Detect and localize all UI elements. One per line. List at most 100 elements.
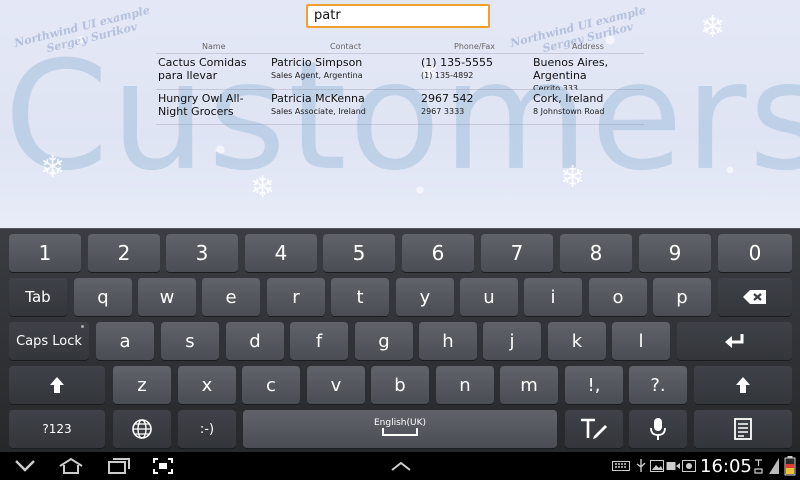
recent-apps-button[interactable] xyxy=(104,454,134,478)
shift-left-key[interactable] xyxy=(9,366,105,404)
key-z[interactable]: z xyxy=(113,366,171,404)
column-header-phone: Phone/Fax xyxy=(454,42,495,51)
shift-icon xyxy=(50,377,64,393)
header-divider xyxy=(156,53,644,54)
caps-indicator xyxy=(81,325,84,328)
show-keyboard-button[interactable] xyxy=(386,454,416,478)
phone: 2967 542 xyxy=(421,92,474,105)
backspace-key[interactable] xyxy=(718,278,792,316)
key-s[interactable]: s xyxy=(161,322,219,360)
chevron-up-icon xyxy=(391,461,411,471)
key-j[interactable]: j xyxy=(483,322,541,360)
gallery-icon xyxy=(650,460,664,472)
key-7[interactable]: 7 xyxy=(481,234,553,272)
fax: (1) 135-4892 xyxy=(421,71,474,80)
key-m[interactable]: m xyxy=(500,366,558,404)
video-icon xyxy=(666,462,680,470)
fax: 2967 3333 xyxy=(421,107,465,116)
tab-key[interactable]: Tab xyxy=(9,278,67,316)
enter-icon xyxy=(724,334,743,348)
key-q[interactable]: q xyxy=(74,278,132,316)
address-city: Cork, Ireland xyxy=(533,92,604,105)
back-icon xyxy=(15,460,35,472)
row-divider xyxy=(156,89,644,90)
key-n[interactable]: n xyxy=(436,366,494,404)
caps-lock-key[interactable]: Caps Lock xyxy=(9,322,89,360)
key-x[interactable]: x xyxy=(178,366,236,404)
back-button[interactable] xyxy=(10,454,40,478)
phone: (1) 135-5555 xyxy=(421,56,494,69)
key-f[interactable]: f xyxy=(290,322,348,360)
search-input[interactable]: patr xyxy=(306,4,490,28)
key-0[interactable]: 0 xyxy=(718,234,792,272)
clipboard-key[interactable] xyxy=(694,410,792,448)
screenshot-button[interactable] xyxy=(148,454,178,478)
key-e[interactable]: e xyxy=(202,278,260,316)
battery-icon xyxy=(784,456,796,476)
snowflake-icon: ❄ xyxy=(700,10,726,45)
contact-title: Sales Associate, Ireland xyxy=(271,107,366,116)
customer-name: Cactus Comidas para llevar xyxy=(158,56,247,82)
key-o[interactable]: o xyxy=(589,278,647,316)
key-c[interactable]: c xyxy=(242,366,300,404)
symbols-key[interactable]: ?123 xyxy=(9,410,105,448)
key-i[interactable]: i xyxy=(524,278,582,316)
key-d[interactable]: d xyxy=(226,322,284,360)
key-w[interactable]: w xyxy=(138,278,196,316)
space-key[interactable]: English(UK) xyxy=(243,410,557,448)
shift-icon xyxy=(736,377,750,393)
shift-right-key[interactable] xyxy=(694,366,792,404)
space-language-label: English(UK) xyxy=(373,418,426,428)
enter-key[interactable] xyxy=(677,322,792,360)
microphone-icon xyxy=(650,418,666,440)
soft-keyboard: 1 2 3 4 5 6 7 8 9 0 Tab q w e r t y u i … xyxy=(0,228,800,453)
key-b[interactable]: b xyxy=(371,366,429,404)
key-h[interactable]: h xyxy=(419,322,477,360)
key-8[interactable]: 8 xyxy=(560,234,632,272)
key-2[interactable]: 2 xyxy=(88,234,160,272)
row-divider xyxy=(156,124,644,125)
column-header-contact: Contact xyxy=(330,42,362,51)
key-y[interactable]: y xyxy=(396,278,454,316)
language-key[interactable] xyxy=(113,410,171,448)
backspace-icon xyxy=(743,290,766,304)
key-1[interactable]: 1 xyxy=(9,234,81,272)
key-p[interactable]: p xyxy=(653,278,711,316)
clipboard-icon xyxy=(734,418,752,440)
key-period[interactable]: ?. xyxy=(629,366,687,404)
key-3[interactable]: 3 xyxy=(166,234,238,272)
usb-icon xyxy=(636,459,646,472)
contact-name: Patricio Simpson xyxy=(271,56,363,69)
key-a[interactable]: a xyxy=(96,322,154,360)
system-bar: 16:05 xyxy=(0,452,800,480)
key-g[interactable]: g xyxy=(355,322,413,360)
keyboard-icon xyxy=(612,461,630,471)
key-u[interactable]: u xyxy=(460,278,518,316)
snowflake-icon: ❄ xyxy=(560,160,586,195)
key-k[interactable]: k xyxy=(548,322,606,360)
voice-input-key[interactable] xyxy=(629,410,687,448)
caps-lock-label: Caps Lock xyxy=(16,333,82,349)
key-5[interactable]: 5 xyxy=(323,234,395,272)
key-l[interactable]: l xyxy=(612,322,670,360)
key-4[interactable]: 4 xyxy=(245,234,317,272)
address-street: 8 Johnstown Road xyxy=(533,107,605,116)
column-header-name: Name xyxy=(202,42,226,51)
customers-screen: Customers Northwind UI example Sergey Su… xyxy=(0,0,800,228)
snowflake-icon: ❄ xyxy=(250,170,276,205)
key-v[interactable]: v xyxy=(307,366,365,404)
key-t[interactable]: t xyxy=(331,278,389,316)
contact-title: Sales Agent, Argentina xyxy=(271,71,363,80)
signal-icon xyxy=(754,459,763,474)
key-9[interactable]: 9 xyxy=(639,234,711,272)
snowflake-icon: ❄ xyxy=(40,150,66,185)
gallery-icon xyxy=(682,460,696,472)
key-r[interactable]: r xyxy=(267,278,325,316)
home-button[interactable] xyxy=(56,454,86,478)
smiley-key[interactable]: :-) xyxy=(178,410,236,448)
key-comma[interactable]: !, xyxy=(565,366,623,404)
recent-apps-icon xyxy=(108,458,130,474)
key-6[interactable]: 6 xyxy=(402,234,474,272)
space-bar-icon xyxy=(382,428,418,436)
text-edit-key[interactable] xyxy=(565,410,623,448)
